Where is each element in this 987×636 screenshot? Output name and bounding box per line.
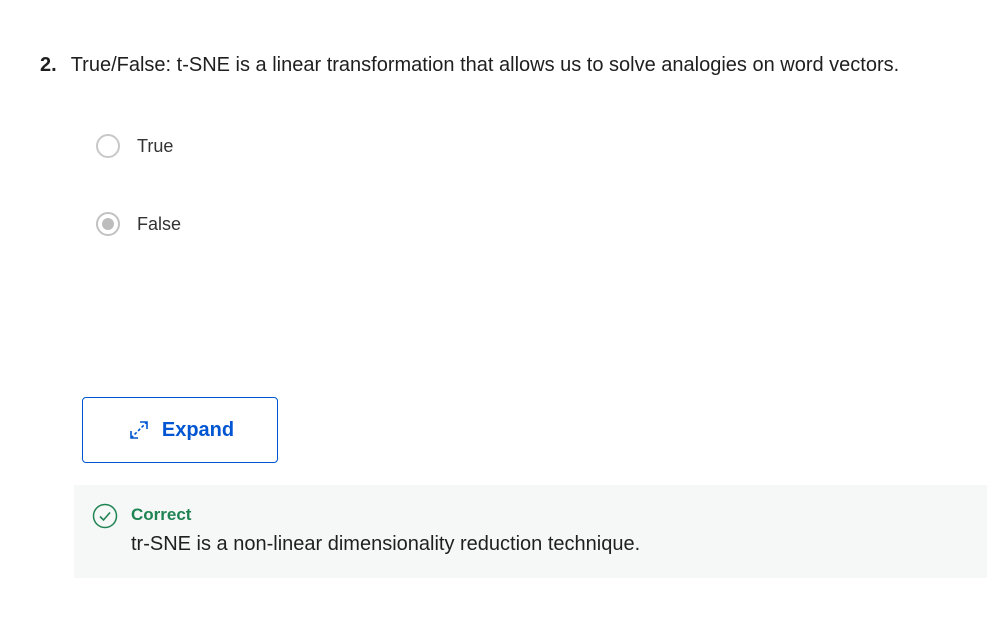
radio-false[interactable] [96,212,120,236]
expand-button[interactable]: Expand [82,397,278,463]
radio-true[interactable] [96,134,120,158]
question-prompt: 2. True/False: t-SNE is a linear transfor… [40,52,899,78]
question-number: 2. [40,54,57,76]
check-circle-icon [92,503,118,529]
expand-button-label: Expand [161,418,235,441]
expand-arrows-icon [130,421,148,439]
question-text: True/False: t-SNE is a linear transforma… [70,54,900,76]
option-false[interactable]: False [96,212,181,236]
feedback-panel: Correct tr-SNE is a non-linear dimension… [74,485,987,578]
option-true[interactable]: True [96,134,173,158]
option-false-label: False [137,213,182,234]
feedback-status: Correct [131,505,192,524]
option-true-label: True [137,135,174,156]
feedback-text: tr-SNE is a non-linear dimensionality re… [131,533,641,555]
